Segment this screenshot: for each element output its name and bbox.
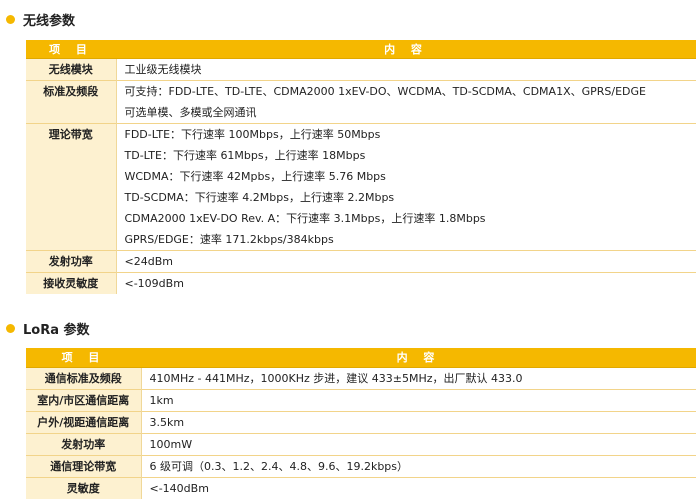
section-title-lora-text: LoRa 参数	[23, 323, 90, 338]
header-item: 项 目	[26, 40, 116, 59]
table-row: 室内/市区通信距离 1km	[26, 388, 696, 411]
row-value: 可支持：FDD-LTE、TD-LTE、CDMA2000 1xEV-DO、WCDM…	[116, 79, 696, 123]
header-content: 内 容	[141, 348, 696, 368]
row-value: 工业级无线模块	[124, 62, 202, 76]
row-value: 3.5km	[141, 410, 696, 433]
table-row: 通信标准及频段 410MHz - 441MHz，1000KHz 步进，建议 43…	[26, 367, 696, 389]
table-row: 无线模块 工业级无线模块	[26, 58, 696, 80]
row-value: <-109dBm	[116, 271, 696, 294]
row-value: <-140dBm	[141, 476, 696, 499]
row-key: 标准及频段	[26, 79, 117, 123]
table-row: 户外/视距通信距离 3.5km	[26, 410, 696, 433]
section-title-lora: LoRa 参数	[6, 319, 90, 338]
row-value: <24dBm	[116, 249, 696, 272]
section-title-wireless: 无线参数	[6, 10, 75, 29]
row-key: 接收灵敏度	[26, 271, 117, 294]
table-row: 通信理论带宽 6 级可调（0.3、1.2、2.4、4.8、9.6、19.2kbp…	[26, 454, 696, 477]
header-item: 项 目	[26, 348, 141, 368]
bullet-icon	[6, 324, 15, 333]
row-key: 无线模块	[26, 58, 117, 80]
table-row: 接收灵敏度 <-109dBm	[26, 271, 696, 294]
header-content: 内 容	[116, 40, 696, 59]
lora-table: 项 目 内 容 通信标准及频段 410MHz - 441MHz，1000KHz …	[26, 348, 696, 499]
row-key: 发射功率	[26, 432, 142, 455]
wireless-table: 项 目 内 容 无线模块 工业级无线模块 标准及频段 可支持：FDD-LTE、T…	[26, 40, 696, 294]
row-value: FDD-LTE：下行速率 100Mbps，上行速率 50Mbps TD-LTE：…	[116, 122, 696, 250]
table-row: 标准及频段 可支持：FDD-LTE、TD-LTE、CDMA2000 1xEV-D…	[26, 79, 696, 123]
row-key: 发射功率	[26, 249, 117, 272]
row-value: 100mW	[141, 432, 696, 455]
row-key: 通信标准及频段	[26, 367, 142, 389]
table-row: 理论带宽 FDD-LTE：下行速率 100Mbps，上行速率 50Mbps TD…	[26, 122, 696, 250]
row-key: 理论带宽	[26, 122, 117, 250]
section-title-wireless-text: 无线参数	[23, 14, 76, 29]
row-value: 1km	[141, 388, 696, 411]
row-value: 410MHz - 441MHz，1000KHz 步进，建议 433±5MHz，出…	[149, 371, 523, 385]
row-key: 户外/视距通信距离	[26, 410, 142, 433]
table-row: 发射功率 <24dBm	[26, 249, 696, 272]
table-row: 灵敏度 <-140dBm	[26, 476, 696, 499]
row-value: 6 级可调（0.3、1.2、2.4、4.8、9.6、19.2kbps）	[141, 454, 696, 477]
row-key: 通信理论带宽	[26, 454, 142, 477]
table-row: 发射功率 100mW	[26, 432, 696, 455]
row-key: 室内/市区通信距离	[26, 388, 142, 411]
bullet-icon	[6, 15, 15, 24]
row-key: 灵敏度	[26, 476, 142, 499]
